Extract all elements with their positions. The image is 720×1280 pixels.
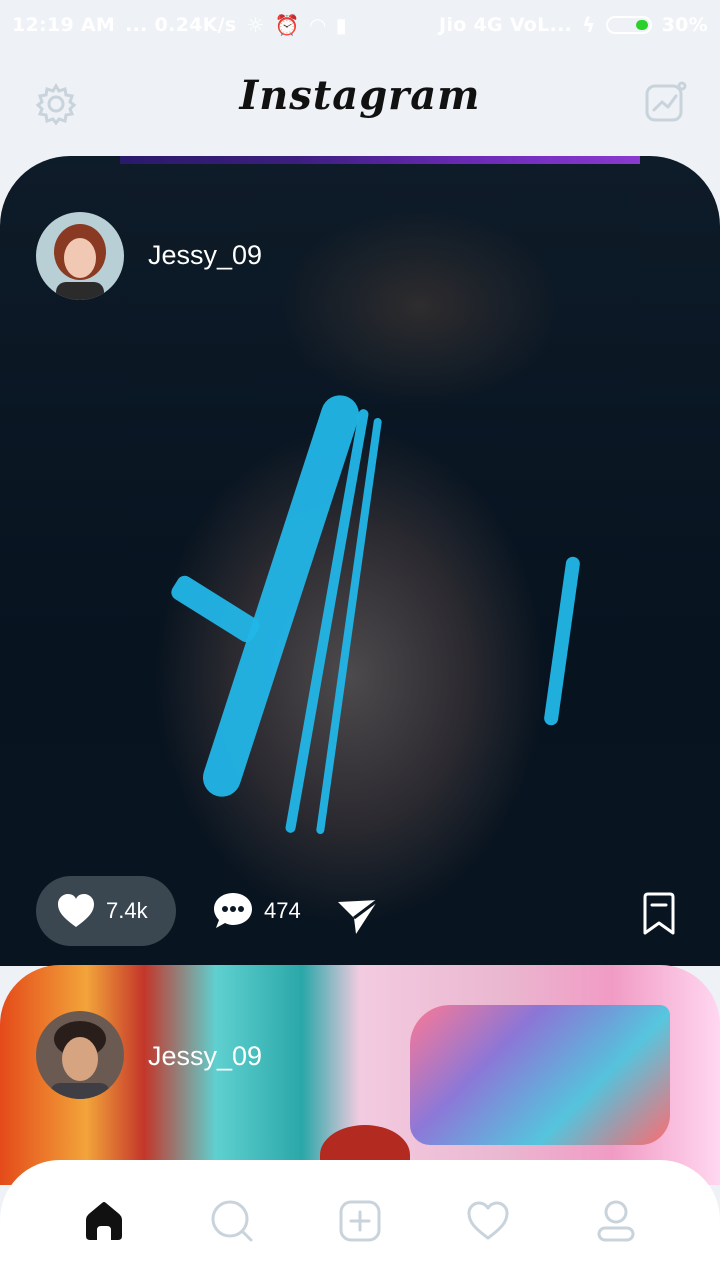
home-icon xyxy=(86,1202,122,1240)
network-speed: ... 0.24K/s xyxy=(125,14,237,36)
heart-icon xyxy=(467,1201,509,1240)
ear-paint-stripe xyxy=(543,555,581,727)
share-send-icon[interactable] xyxy=(336,896,380,940)
search-icon xyxy=(211,1200,253,1242)
insights-chart-icon[interactable] xyxy=(644,80,688,124)
comment-button[interactable]: 474 xyxy=(212,891,301,931)
previous-post-edge xyxy=(120,156,640,164)
wifi-icon: ◠ xyxy=(309,13,326,37)
nav-profile[interactable] xyxy=(591,1196,641,1246)
comment-bubble-icon xyxy=(214,893,252,928)
app-header: Instagram xyxy=(0,50,720,155)
comment-count: 474 xyxy=(264,898,301,923)
post-card[interactable]: Jessy_09 7.4k 474 xyxy=(0,156,720,966)
notification-icon: ☼ xyxy=(246,13,265,37)
profile-icon xyxy=(597,1200,635,1242)
graffiti-wall xyxy=(410,1005,670,1145)
charging-icon: ϟ xyxy=(582,13,596,37)
avatar[interactable] xyxy=(36,1011,124,1099)
like-button[interactable]: 7.4k xyxy=(36,876,176,946)
bookmark-icon[interactable] xyxy=(640,892,678,940)
battery-icon xyxy=(605,16,652,34)
post-card[interactable]: Jessy_09 xyxy=(0,965,720,1185)
nav-home[interactable] xyxy=(79,1196,129,1246)
nav-activity[interactable] xyxy=(463,1196,513,1246)
alarm-icon: ⏰ xyxy=(274,13,300,37)
avatar[interactable] xyxy=(36,212,124,300)
status-bar: 12:19 AM ... 0.24K/s ☼ ⏰ ◠ ▮ Jio 4G VoL.… xyxy=(0,0,720,50)
like-count: 7.4k xyxy=(106,898,148,923)
app-logo: Instagram xyxy=(239,72,481,119)
signal-icon: ▮ xyxy=(335,13,347,37)
carrier-label: Jio 4G VoL... xyxy=(439,14,573,36)
post-username[interactable]: Jessy_09 xyxy=(148,1041,262,1072)
add-icon xyxy=(339,1200,381,1242)
nav-search[interactable] xyxy=(207,1196,257,1246)
status-time: 12:19 AM xyxy=(12,14,116,36)
post-username[interactable]: Jessy_09 xyxy=(148,240,262,271)
battery-percent: 30% xyxy=(661,14,708,36)
face-paint-stripe xyxy=(168,572,263,646)
nav-create[interactable] xyxy=(335,1196,385,1246)
heart-icon xyxy=(58,894,94,927)
bottom-navigation xyxy=(0,1160,720,1280)
face-paint-stripe xyxy=(198,390,364,802)
